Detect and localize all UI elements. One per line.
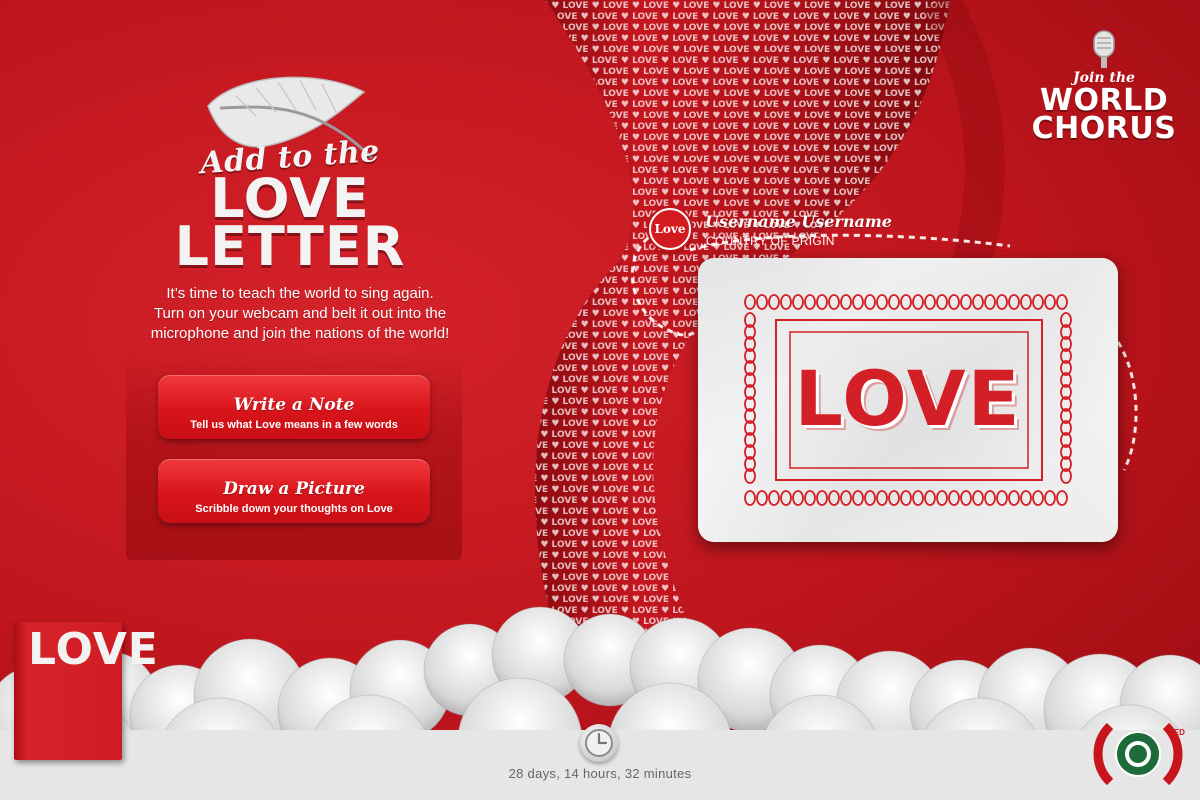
ornament-loop bbox=[744, 294, 756, 310]
ornament-loop bbox=[912, 294, 924, 310]
ornament-loop bbox=[840, 294, 852, 310]
ornament-loop bbox=[936, 490, 948, 506]
ornament-loop bbox=[960, 490, 972, 506]
ornament-loop bbox=[852, 490, 864, 506]
draw-picture-button[interactable]: Draw a Picture Scribble down your though… bbox=[158, 459, 430, 523]
ornament-loop bbox=[900, 490, 912, 506]
ornament-loop bbox=[816, 294, 828, 310]
ornament-loop bbox=[840, 490, 852, 506]
ornament-loop bbox=[816, 490, 828, 506]
ornament-loop bbox=[864, 490, 876, 506]
ornament-loop bbox=[924, 294, 936, 310]
ornament-loop bbox=[768, 294, 780, 310]
ribbon-word-row: LOVE ♥ LOVE ♥ LOVE ♥ LOVE ♥ LOVE ♥ LOVE … bbox=[471, 166, 1200, 176]
user-country: COUNTRY OF PRIGIN bbox=[706, 234, 835, 248]
join-world-chorus-link[interactable]: Join the WORLD CHORUS bbox=[1024, 26, 1184, 156]
ornament-loop bbox=[804, 490, 816, 506]
clock-icon bbox=[580, 724, 618, 762]
ornament-loop bbox=[984, 294, 996, 310]
ribbon-word-row: LOVE ♥ LOVE ♥ LOVE ♥ LOVE ♥ LOVE ♥ LOVE … bbox=[482, 199, 1200, 209]
ornament-loop bbox=[1008, 490, 1020, 506]
ornament-loop bbox=[852, 294, 864, 310]
love-book-product[interactable]: LOVE bbox=[14, 622, 158, 760]
ornament-loop bbox=[1020, 490, 1032, 506]
ornament-loop bbox=[756, 490, 768, 506]
ornament-loop bbox=[936, 294, 948, 310]
ornament-loop bbox=[864, 294, 876, 310]
ornament-loop bbox=[948, 490, 960, 506]
ornament-loop bbox=[756, 294, 768, 310]
ornament-loop bbox=[972, 294, 984, 310]
ornament-loop bbox=[1056, 294, 1068, 310]
ornament-loop bbox=[948, 294, 960, 310]
hero-title-line2: LETTER bbox=[174, 215, 406, 278]
ribbon-word-row: LOVE ♥ LOVE ♥ LOVE ♥ LOVE ♥ LOVE ♥ LOVE … bbox=[482, 243, 1200, 253]
ornament-loop bbox=[804, 294, 816, 310]
ornament-loop bbox=[1020, 294, 1032, 310]
ornament-loop bbox=[1056, 490, 1068, 506]
ornament-loop bbox=[792, 490, 804, 506]
chorus-title-line2: CHORUS bbox=[1031, 111, 1177, 146]
intro-line: Turn on your webcam and belt it out into… bbox=[153, 305, 447, 322]
red-brand-label: RED bbox=[1168, 728, 1185, 737]
write-note-label: Write a Note bbox=[233, 395, 355, 415]
ornament-loop bbox=[828, 490, 840, 506]
microphone-icon bbox=[1093, 30, 1115, 68]
ribbon-word-row: LOVE ♥ LOVE ♥ LOVE ♥ LOVE ♥ LOVE ♥ LOVE … bbox=[471, 562, 1200, 572]
ornament-loop bbox=[1008, 294, 1020, 310]
ornament-loop bbox=[876, 294, 888, 310]
hero-title: Add to the LOVE LETTER bbox=[150, 134, 430, 278]
ornament-loop bbox=[888, 294, 900, 310]
ornament-loop bbox=[972, 490, 984, 506]
draw-picture-label: Draw a Picture bbox=[223, 479, 365, 499]
ribbon-word-row: LOVE ♥ LOVE ♥ LOVE ♥ LOVE ♥ LOVE ♥ LOVE … bbox=[482, 177, 1200, 187]
countdown-text: 28 days, 14 hours, 32 minutes bbox=[508, 766, 692, 781]
ribbon-word-row: LOVE ♥ LOVE ♥ LOVE ♥ LOVE ♥ LOVE ♥ LOVE … bbox=[482, 1, 1200, 11]
write-note-subtitle: Tell us what Love means in a few words bbox=[190, 419, 398, 431]
ribbon-word-row: LOVE ♥ LOVE ♥ LOVE ♥ LOVE ♥ LOVE ♥ LOVE … bbox=[471, 584, 1200, 594]
ornament-loop bbox=[924, 490, 936, 506]
book-cover-text: LOVE bbox=[28, 624, 159, 675]
ornament-loop bbox=[1044, 294, 1056, 310]
ornament-loop bbox=[1032, 294, 1044, 310]
love-note-card[interactable]: LOVE bbox=[698, 258, 1118, 542]
ribbon-word-row: LOVE ♥ LOVE ♥ LOVE ♥ LOVE ♥ LOVE ♥ LOVE … bbox=[482, 155, 1200, 165]
user-avatar[interactable]: Love bbox=[649, 208, 691, 250]
ornament-loop bbox=[744, 490, 756, 506]
ornament-loop bbox=[1044, 490, 1056, 506]
intro-line: microphone and join the nations of the w… bbox=[150, 325, 450, 342]
ornament-loop bbox=[996, 490, 1008, 506]
ribbon-word-row: LOVE ♥ LOVE ♥ LOVE ♥ LOVE ♥ LOVE ♥ LOVE … bbox=[482, 573, 1200, 583]
ornament-loop bbox=[984, 490, 996, 506]
ornament-loop bbox=[900, 294, 912, 310]
ornament-loop bbox=[876, 490, 888, 506]
ornament-loop bbox=[960, 294, 972, 310]
ornament-loop bbox=[768, 490, 780, 506]
ornament-loop bbox=[828, 294, 840, 310]
ribbon-word-row: LOVE ♥ LOVE ♥ LOVE ♥ LOVE ♥ LOVE ♥ LOVE … bbox=[471, 232, 1200, 242]
card-love-word: LOVE bbox=[794, 354, 1022, 443]
ribbon-word-row: LOVE ♥ LOVE ♥ LOVE ♥ LOVE ♥ LOVE ♥ LOVE … bbox=[471, 12, 1200, 22]
ornament-loop bbox=[888, 490, 900, 506]
ornament-loop bbox=[780, 490, 792, 506]
intro-text: It’s time to teach the world to sing aga… bbox=[118, 284, 482, 344]
ornament-loop bbox=[1032, 490, 1044, 506]
draw-picture-subtitle: Scribble down your thoughts on Love bbox=[195, 503, 393, 515]
username[interactable]: Username Username bbox=[705, 212, 892, 231]
ribbon-word-row: LOVE ♥ LOVE ♥ LOVE ♥ LOVE ♥ LOVE ♥ LOVE … bbox=[471, 188, 1200, 198]
ornament-loop bbox=[996, 294, 1008, 310]
intro-line: It’s time to teach the world to sing aga… bbox=[166, 285, 434, 302]
ribbon-word-row: LOVE ♥ LOVE ♥ LOVE ♥ LOVE ♥ LOVE ♥ LOVE … bbox=[482, 551, 1200, 561]
ornament-loop bbox=[912, 490, 924, 506]
ornament-loop bbox=[792, 294, 804, 310]
ornament-loop bbox=[780, 294, 792, 310]
write-note-button[interactable]: Write a Note Tell us what Love means in … bbox=[158, 375, 430, 439]
